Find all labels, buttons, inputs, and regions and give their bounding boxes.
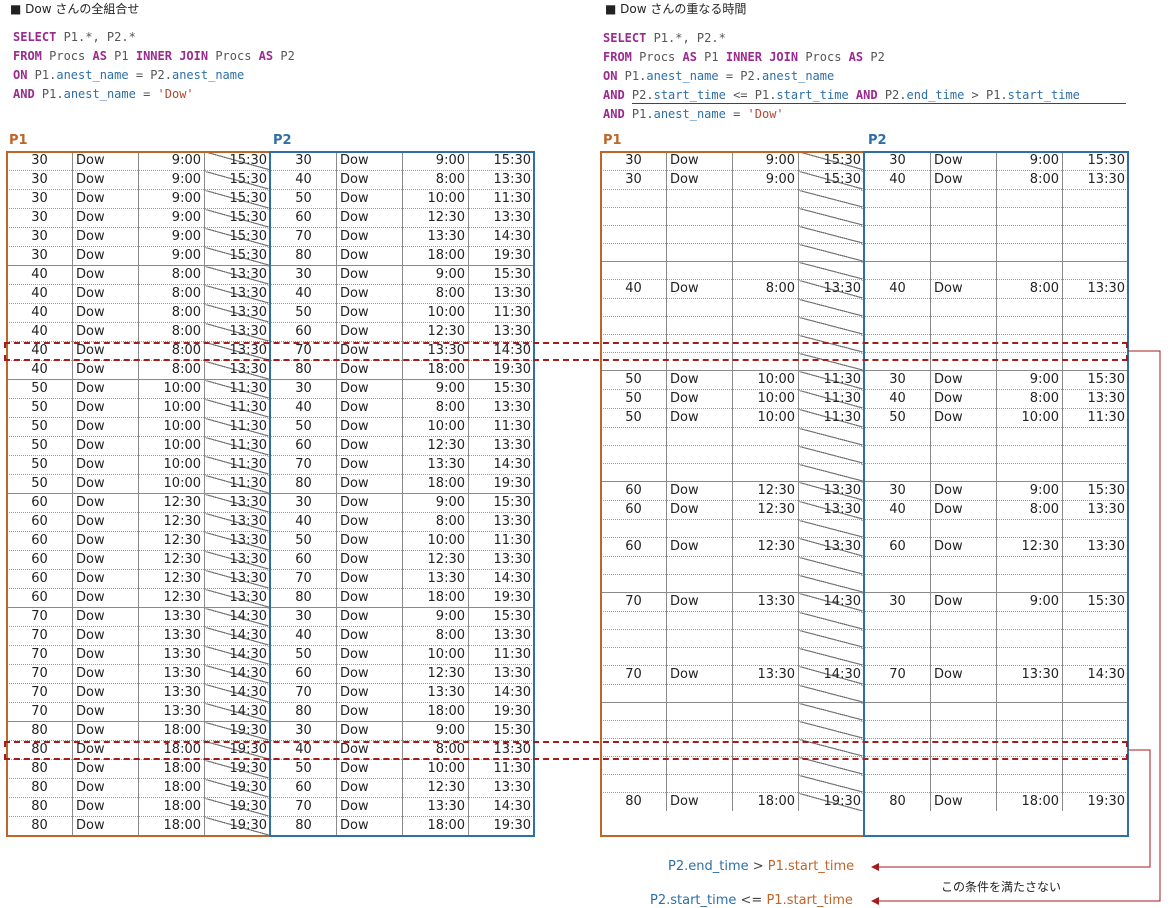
unsatisfied-note: この条件を満たさない [941, 880, 1062, 894]
annotation-arrows [871, 350, 1161, 905]
condition-end-label: P2.end_time > P1.start_time [668, 859, 855, 874]
condition-start-label: P2.start_time <= P1.start_time [650, 893, 853, 908]
